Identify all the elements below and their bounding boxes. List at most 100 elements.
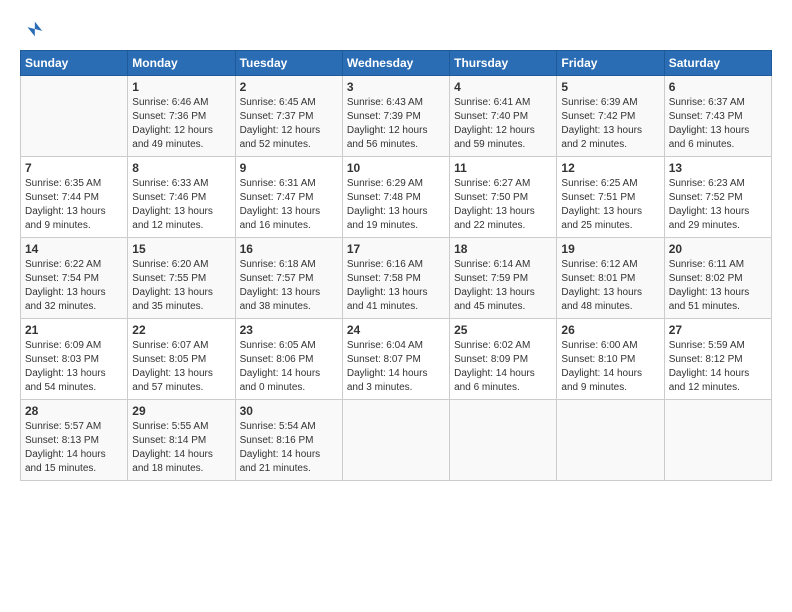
calendar-cell: 20 Sunrise: 6:11 AM Sunset: 8:02 PM Dayli…	[664, 238, 771, 319]
day-detail: Sunrise: 6:45 AM Sunset: 7:37 PM Dayligh…	[240, 96, 338, 152]
col-header-monday: Monday	[128, 51, 235, 76]
day-number: 6	[669, 80, 767, 94]
day-detail: Sunrise: 6:20 AM Sunset: 7:55 PM Dayligh…	[132, 258, 230, 314]
calendar-cell: 19 Sunrise: 6:12 AM Sunset: 8:01 PM Dayli…	[557, 238, 664, 319]
day-number: 21	[25, 323, 123, 337]
day-detail: Sunrise: 6:11 AM Sunset: 8:02 PM Dayligh…	[669, 258, 767, 314]
day-number: 15	[132, 242, 230, 256]
col-header-friday: Friday	[557, 51, 664, 76]
day-detail: Sunrise: 6:35 AM Sunset: 7:44 PM Dayligh…	[25, 177, 123, 233]
day-detail: Sunrise: 6:22 AM Sunset: 7:54 PM Dayligh…	[25, 258, 123, 314]
header	[20, 18, 772, 40]
page: SundayMondayTuesdayWednesdayThursdayFrid…	[0, 0, 792, 612]
calendar-cell: 27Sunrise: 5:59 AM Sunset: 8:12 PM Dayli…	[664, 319, 771, 400]
week-row-5: 28 Sunrise: 5:57 AM Sunset: 8:13 PM Dayli…	[21, 400, 772, 481]
calendar-header-row: SundayMondayTuesdayWednesdayThursdayFrid…	[21, 51, 772, 76]
day-detail: Sunrise: 6:33 AM Sunset: 7:46 PM Dayligh…	[132, 177, 230, 233]
day-detail: Sunrise: 6:05 AM Sunset: 8:06 PM Dayligh…	[240, 339, 338, 395]
day-number: 19	[561, 242, 659, 256]
calendar-cell: 12 Sunrise: 6:25 AM Sunset: 7:51 PM Dayli…	[557, 157, 664, 238]
day-number: 24	[347, 323, 445, 337]
day-number: 28	[25, 404, 123, 418]
day-number: 17	[347, 242, 445, 256]
day-detail: Sunrise: 5:55 AM Sunset: 8:14 PM Dayligh…	[132, 420, 230, 476]
calendar-cell: 6 Sunrise: 6:37 AM Sunset: 7:43 PM Daylig…	[664, 76, 771, 157]
day-number: 3	[347, 80, 445, 94]
calendar-cell: 3 Sunrise: 6:43 AM Sunset: 7:39 PM Daylig…	[342, 76, 449, 157]
day-number: 8	[132, 161, 230, 175]
col-header-sunday: Sunday	[21, 51, 128, 76]
day-number: 5	[561, 80, 659, 94]
calendar-cell: 24Sunrise: 6:04 AM Sunset: 8:07 PM Dayli…	[342, 319, 449, 400]
day-detail: Sunrise: 6:18 AM Sunset: 7:57 PM Dayligh…	[240, 258, 338, 314]
day-number: 16	[240, 242, 338, 256]
day-detail: Sunrise: 6:43 AM Sunset: 7:39 PM Dayligh…	[347, 96, 445, 152]
calendar-cell: 8 Sunrise: 6:33 AM Sunset: 7:46 PM Daylig…	[128, 157, 235, 238]
calendar-cell	[21, 76, 128, 157]
day-detail: Sunrise: 6:12 AM Sunset: 8:01 PM Dayligh…	[561, 258, 659, 314]
day-detail: Sunrise: 6:41 AM Sunset: 7:40 PM Dayligh…	[454, 96, 552, 152]
calendar-cell: 15 Sunrise: 6:20 AM Sunset: 7:55 PM Dayli…	[128, 238, 235, 319]
calendar-cell: 5 Sunrise: 6:39 AM Sunset: 7:42 PM Daylig…	[557, 76, 664, 157]
col-header-tuesday: Tuesday	[235, 51, 342, 76]
day-number: 18	[454, 242, 552, 256]
calendar-cell: 28 Sunrise: 5:57 AM Sunset: 8:13 PM Dayli…	[21, 400, 128, 481]
day-detail: Sunrise: 5:57 AM Sunset: 8:13 PM Dayligh…	[25, 420, 123, 476]
day-number: 30	[240, 404, 338, 418]
week-row-3: 14 Sunrise: 6:22 AM Sunset: 7:54 PM Dayli…	[21, 238, 772, 319]
calendar-cell: 16 Sunrise: 6:18 AM Sunset: 7:57 PM Dayli…	[235, 238, 342, 319]
day-detail: Sunrise: 6:23 AM Sunset: 7:52 PM Dayligh…	[669, 177, 767, 233]
day-detail: Sunrise: 6:14 AM Sunset: 7:59 PM Dayligh…	[454, 258, 552, 314]
day-detail: Sunrise: 6:07 AM Sunset: 8:05 PM Dayligh…	[132, 339, 230, 395]
day-number: 11	[454, 161, 552, 175]
day-detail: Sunrise: 6:46 AM Sunset: 7:36 PM Dayligh…	[132, 96, 230, 152]
calendar-cell: 22 Sunrise: 6:07 AM Sunset: 8:05 PM Dayli…	[128, 319, 235, 400]
calendar-cell: 2 Sunrise: 6:45 AM Sunset: 7:37 PM Daylig…	[235, 76, 342, 157]
day-detail: Sunrise: 6:37 AM Sunset: 7:43 PM Dayligh…	[669, 96, 767, 152]
col-header-thursday: Thursday	[450, 51, 557, 76]
day-number: 27	[669, 323, 767, 337]
week-row-1: 1 Sunrise: 6:46 AM Sunset: 7:36 PM Daylig…	[21, 76, 772, 157]
day-number: 26	[561, 323, 659, 337]
day-number: 2	[240, 80, 338, 94]
day-number: 23	[240, 323, 338, 337]
calendar-cell: 14 Sunrise: 6:22 AM Sunset: 7:54 PM Dayli…	[21, 238, 128, 319]
calendar-cell: 17 Sunrise: 6:16 AM Sunset: 7:58 PM Dayli…	[342, 238, 449, 319]
calendar-cell: 29Sunrise: 5:55 AM Sunset: 8:14 PM Dayli…	[128, 400, 235, 481]
calendar-cell: 23 Sunrise: 6:05 AM Sunset: 8:06 PM Dayli…	[235, 319, 342, 400]
day-number: 20	[669, 242, 767, 256]
day-detail: Sunrise: 6:16 AM Sunset: 7:58 PM Dayligh…	[347, 258, 445, 314]
calendar-cell: 9Sunrise: 6:31 AM Sunset: 7:47 PM Daylig…	[235, 157, 342, 238]
calendar-table: SundayMondayTuesdayWednesdayThursdayFrid…	[20, 50, 772, 481]
calendar-cell: 21Sunrise: 6:09 AM Sunset: 8:03 PM Dayli…	[21, 319, 128, 400]
day-detail: Sunrise: 6:25 AM Sunset: 7:51 PM Dayligh…	[561, 177, 659, 233]
day-number: 7	[25, 161, 123, 175]
day-number: 1	[132, 80, 230, 94]
calendar-cell	[557, 400, 664, 481]
day-number: 12	[561, 161, 659, 175]
calendar-cell: 13 Sunrise: 6:23 AM Sunset: 7:52 PM Dayli…	[664, 157, 771, 238]
col-header-saturday: Saturday	[664, 51, 771, 76]
week-row-2: 7 Sunrise: 6:35 AM Sunset: 7:44 PM Daylig…	[21, 157, 772, 238]
day-detail: Sunrise: 5:54 AM Sunset: 8:16 PM Dayligh…	[240, 420, 338, 476]
calendar-cell: 25Sunrise: 6:02 AM Sunset: 8:09 PM Dayli…	[450, 319, 557, 400]
calendar-cell: 4 Sunrise: 6:41 AM Sunset: 7:40 PM Daylig…	[450, 76, 557, 157]
day-detail: Sunrise: 6:39 AM Sunset: 7:42 PM Dayligh…	[561, 96, 659, 152]
calendar-cell	[450, 400, 557, 481]
day-number: 14	[25, 242, 123, 256]
calendar-cell: 7 Sunrise: 6:35 AM Sunset: 7:44 PM Daylig…	[21, 157, 128, 238]
day-number: 22	[132, 323, 230, 337]
calendar-cell: 30 Sunrise: 5:54 AM Sunset: 8:16 PM Dayli…	[235, 400, 342, 481]
day-detail: Sunrise: 6:29 AM Sunset: 7:48 PM Dayligh…	[347, 177, 445, 233]
calendar-cell: 11 Sunrise: 6:27 AM Sunset: 7:50 PM Dayli…	[450, 157, 557, 238]
day-detail: Sunrise: 6:27 AM Sunset: 7:50 PM Dayligh…	[454, 177, 552, 233]
day-detail: Sunrise: 6:02 AM Sunset: 8:09 PM Dayligh…	[454, 339, 552, 395]
calendar-cell	[664, 400, 771, 481]
day-number: 13	[669, 161, 767, 175]
day-number: 4	[454, 80, 552, 94]
calendar-cell: 26 Sunrise: 6:00 AM Sunset: 8:10 PM Dayli…	[557, 319, 664, 400]
day-detail: Sunrise: 6:00 AM Sunset: 8:10 PM Dayligh…	[561, 339, 659, 395]
calendar-cell: 18 Sunrise: 6:14 AM Sunset: 7:59 PM Dayli…	[450, 238, 557, 319]
day-number: 10	[347, 161, 445, 175]
col-header-wednesday: Wednesday	[342, 51, 449, 76]
